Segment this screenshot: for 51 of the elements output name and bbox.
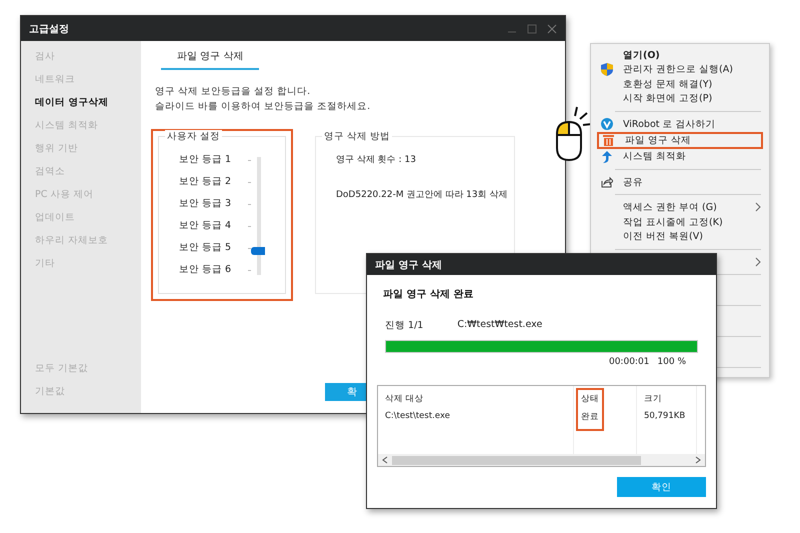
chevron-right-icon (755, 202, 761, 212)
menu-item[interactable]: 호환성 문제 해결(Y) (623, 78, 712, 91)
menu-item[interactable]: 관리자 권한으로 실행(A) (623, 63, 733, 76)
table-cell: C:\test\test.exe (385, 411, 450, 421)
level-label: 보안 등급 1 (179, 153, 232, 167)
description-text: 영구 삭제 보안등급을 설정 합니다. (155, 86, 312, 98)
menu-item[interactable]: 작업 표시줄에 고정(K) (623, 216, 723, 228)
level-label: 보안 등급 3 (179, 197, 232, 211)
arrow-icon (601, 150, 612, 163)
progress-label: 진행 1/1 (385, 319, 424, 332)
menu-item[interactable]: 시작 화면에 고정(P) (623, 92, 712, 106)
maximize-icon[interactable] (527, 24, 537, 34)
menu-item[interactable]: 파일 영구 삭제 (597, 132, 763, 150)
menu-item[interactable]: 액세스 권한 부여 (G) (623, 200, 717, 214)
window-title: 고급설정 (29, 22, 69, 36)
level-label: 보안 등급 4 (179, 219, 232, 233)
share-icon (601, 176, 613, 188)
chevron-right-icon (755, 257, 761, 267)
level-label: 보안 등급 5 (179, 241, 232, 255)
column-header[interactable]: 크기 (644, 393, 686, 405)
v-logo-icon (601, 118, 613, 130)
scroll-left-icon[interactable] (382, 456, 388, 464)
elapsed-time: 00:00:01 (608, 357, 650, 367)
tab[interactable]: 파일 영구 삭제 (161, 47, 260, 70)
table-cell: 50,791KB (644, 411, 686, 421)
level-label: 보안 등급 6 (179, 263, 232, 277)
horizontal-scrollbar[interactable] (378, 454, 705, 466)
wipe-standard: DoD5220.22-M 권고안에 따라 13회 삭제 (336, 189, 508, 201)
wipe-count: 영구 삭제 횟수 : 13 (336, 154, 417, 166)
percent-text: 100 % (657, 357, 686, 367)
sidebar-item[interactable]: 데이터 영구삭제 (35, 95, 141, 110)
menu-item[interactable]: 시스템 최적화 (623, 150, 686, 164)
scroll-right-icon[interactable] (695, 456, 701, 464)
menu-item[interactable]: 공유 (623, 176, 643, 188)
column-header[interactable]: 상태 (581, 393, 599, 405)
description-text: 슬라이드 바를 이용하여 보안등급을 조절하세요. (155, 101, 372, 113)
group-title: 영구 삭제 방법 (322, 130, 392, 143)
level-label: 보안 등급 2 (179, 175, 232, 189)
slider-thumb[interactable] (251, 247, 265, 256)
file-path: C:₩test₩test.exe (457, 319, 542, 332)
menu-item[interactable]: 이전 버전 복원(V) (623, 230, 703, 244)
dialog-heading: 파일 영구 삭제 완료 (383, 288, 474, 301)
menu-item[interactable]: 열기(O) (623, 48, 660, 62)
table-cell: 완료 (581, 411, 599, 423)
menu-item[interactable]: ViRobot 로 검사하기 (623, 118, 716, 131)
close-icon[interactable] (547, 24, 557, 34)
group-title: 사용자 설정 (165, 130, 222, 143)
shield-icon (601, 63, 613, 76)
column-header[interactable]: 삭제 대상 (385, 393, 450, 405)
dialog-title: 파일 영구 삭제 (375, 258, 442, 272)
trash-icon (603, 134, 614, 146)
